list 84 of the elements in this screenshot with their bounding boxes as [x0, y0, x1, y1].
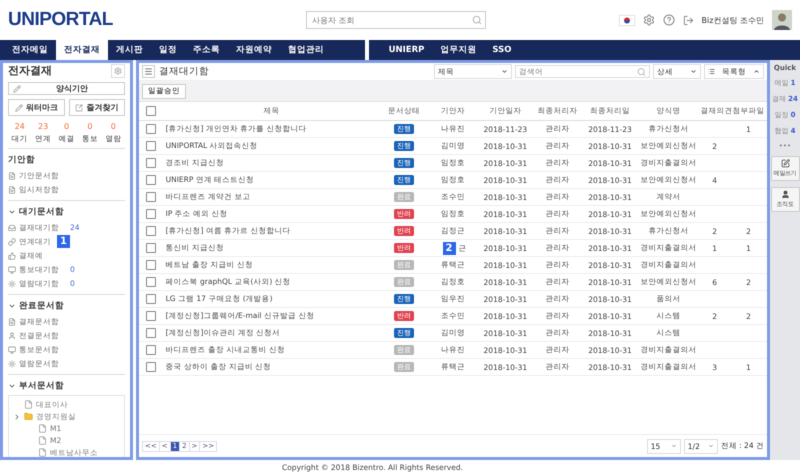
- caret-icon: [690, 68, 697, 75]
- logo: UNIPORTAL: [8, 9, 114, 31]
- caret-icon: [708, 443, 714, 449]
- help-icon[interactable]: [662, 14, 675, 26]
- avatar: [772, 10, 792, 30]
- menu-button[interactable]: [142, 65, 155, 78]
- user-search-field[interactable]: 사용자 조회: [306, 11, 486, 29]
- checkbox[interactable]: [146, 124, 156, 134]
- nav-tab[interactable]: 일정: [151, 40, 185, 60]
- checkbox[interactable]: [146, 175, 156, 185]
- checkbox[interactable]: [146, 192, 156, 202]
- user-name: Biz컨설팅 조수민: [702, 14, 764, 26]
- callout-badge: 2: [442, 242, 456, 254]
- nav-tab[interactable]: 전자결재: [56, 40, 108, 60]
- sun-icon: [8, 280, 16, 288]
- checkbox[interactable]: [146, 345, 156, 355]
- logout-icon[interactable]: [682, 14, 694, 26]
- flag-icon[interactable]: [618, 14, 635, 26]
- section-header[interactable]: 대기문서함: [8, 205, 125, 218]
- checkbox[interactable]: [146, 141, 156, 151]
- document-icon: [8, 172, 16, 180]
- favorites-button[interactable]: 즐겨찾기: [68, 99, 125, 116]
- person-icon: [780, 190, 790, 199]
- count-value: 0: [87, 122, 92, 131]
- sun-icon: [8, 360, 16, 368]
- callout-badge: 1: [57, 235, 70, 248]
- section-header[interactable]: 부서문서함: [8, 379, 125, 392]
- checkbox[interactable]: [146, 277, 156, 287]
- checkbox[interactable]: [146, 158, 156, 168]
- monitor-icon: [8, 346, 16, 354]
- tray-icon: [8, 224, 16, 232]
- nav-tab[interactable]: 협업관리: [280, 40, 332, 60]
- document-icon: [38, 448, 47, 457]
- draft-form-button[interactable]: 양식기안: [8, 82, 125, 95]
- checkbox[interactable]: [146, 294, 156, 304]
- count-value: 0: [110, 122, 116, 131]
- chevron-icon[interactable]: [13, 412, 21, 420]
- search-icon[interactable]: [637, 67, 646, 76]
- thumbs-up-icon: [8, 252, 16, 260]
- watermark-button[interactable]: 워터마크: [8, 99, 64, 116]
- checkbox[interactable]: [146, 260, 156, 270]
- caret-icon: [501, 68, 508, 75]
- section-header[interactable]: 완료문서함: [8, 299, 125, 312]
- nav-tab[interactable]: 게시판: [108, 40, 151, 60]
- section-header: 기안함: [8, 154, 36, 166]
- nav-tab[interactable]: 주소록: [185, 40, 228, 60]
- folder-icon: [24, 412, 33, 421]
- settings-icon: [114, 66, 122, 74]
- checkbox[interactable]: [146, 243, 156, 253]
- search-icon[interactable]: [472, 15, 482, 25]
- checkbox[interactable]: [146, 311, 156, 321]
- settings-icon[interactable]: [642, 14, 655, 26]
- nav-tab[interactable]: 업무지원: [432, 40, 484, 60]
- nav-tab[interactable]: SSO: [484, 40, 520, 60]
- monitor-icon: [8, 266, 16, 274]
- page-title: 결재대기함: [159, 65, 209, 78]
- nav-tab[interactable]: 전자메일: [4, 40, 56, 60]
- count-value: 0: [64, 122, 70, 131]
- document-icon: [8, 186, 16, 194]
- caret-icon: [753, 68, 760, 75]
- menu-icon: [144, 67, 153, 76]
- nav-tab[interactable]: 자원예약: [228, 40, 280, 60]
- nav-tab[interactable]: UNIERP: [380, 40, 432, 60]
- document-icon: [8, 318, 16, 326]
- document-icon: [38, 424, 47, 433]
- checkbox[interactable]: [146, 362, 156, 372]
- pencil-icon: [13, 84, 21, 92]
- external-link-icon: [75, 104, 84, 112]
- checkbox[interactable]: [146, 328, 156, 338]
- list-icon: [708, 68, 715, 75]
- pen-icon: [780, 159, 790, 168]
- checkbox[interactable]: [146, 226, 156, 236]
- count-value: 23: [38, 122, 48, 131]
- caret-icon: [670, 443, 677, 449]
- document-icon: [24, 400, 33, 409]
- settings-button[interactable]: [111, 64, 125, 78]
- person-icon: [8, 332, 16, 340]
- checkbox[interactable]: [146, 209, 156, 219]
- pencil-icon: [14, 104, 23, 112]
- document-icon: [38, 436, 47, 445]
- sidebar-title: 전자결재: [8, 63, 52, 78]
- checkbox[interactable]: [146, 106, 156, 116]
- link-icon: [8, 238, 16, 246]
- count-value: 24: [14, 122, 25, 131]
